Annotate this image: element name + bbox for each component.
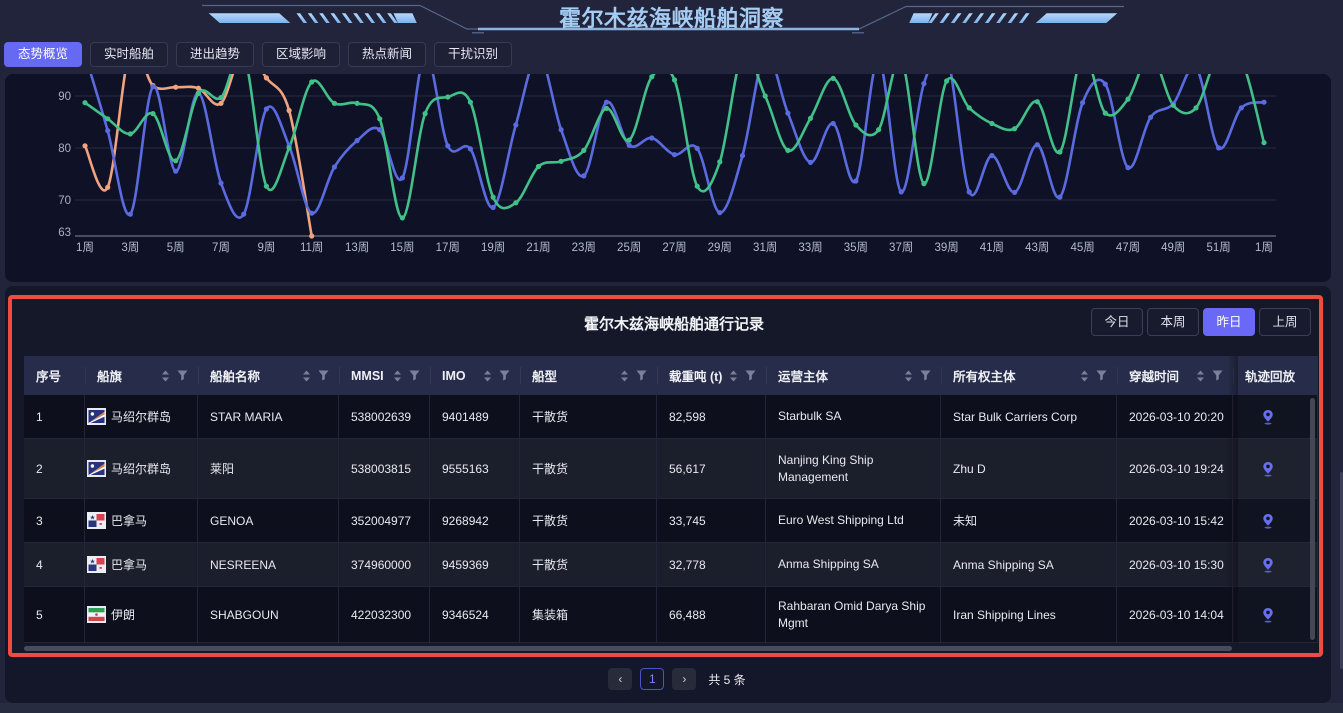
svg-text:51周: 51周	[1206, 241, 1230, 254]
svg-text:31周: 31周	[753, 241, 777, 254]
svg-text:33周: 33周	[798, 241, 822, 254]
svg-text:37周: 37周	[889, 241, 913, 254]
svg-text:11周: 11周	[300, 241, 323, 254]
svg-text:70: 70	[58, 195, 71, 207]
svg-text:1周: 1周	[76, 241, 94, 254]
svg-text:9周: 9周	[257, 241, 275, 254]
svg-text:49周: 49周	[1161, 241, 1185, 254]
svg-text:41周: 41周	[980, 241, 1004, 254]
svg-text:63: 63	[58, 227, 71, 239]
svg-text:27周: 27周	[662, 241, 686, 254]
svg-text:45周: 45周	[1070, 241, 1094, 254]
svg-text:5周: 5周	[167, 241, 185, 254]
svg-text:15周: 15周	[390, 241, 414, 254]
svg-text:7周: 7周	[212, 241, 230, 254]
svg-text:1周: 1周	[1255, 241, 1273, 254]
svg-text:35周: 35周	[844, 241, 868, 254]
svg-text:19周: 19周	[481, 241, 505, 254]
svg-text:17周: 17周	[436, 241, 460, 254]
svg-text:90: 90	[58, 91, 71, 103]
svg-text:25周: 25周	[617, 241, 641, 254]
svg-text:80: 80	[58, 143, 71, 155]
svg-text:43周: 43周	[1025, 241, 1049, 254]
svg-text:3周: 3周	[121, 241, 139, 254]
svg-text:29周: 29周	[708, 241, 732, 254]
svg-text:47周: 47周	[1116, 241, 1140, 254]
svg-text:13周: 13周	[345, 241, 369, 254]
svg-text:21周: 21周	[526, 241, 550, 254]
svg-text:39周: 39周	[934, 241, 958, 254]
svg-text:23周: 23周	[572, 241, 596, 254]
